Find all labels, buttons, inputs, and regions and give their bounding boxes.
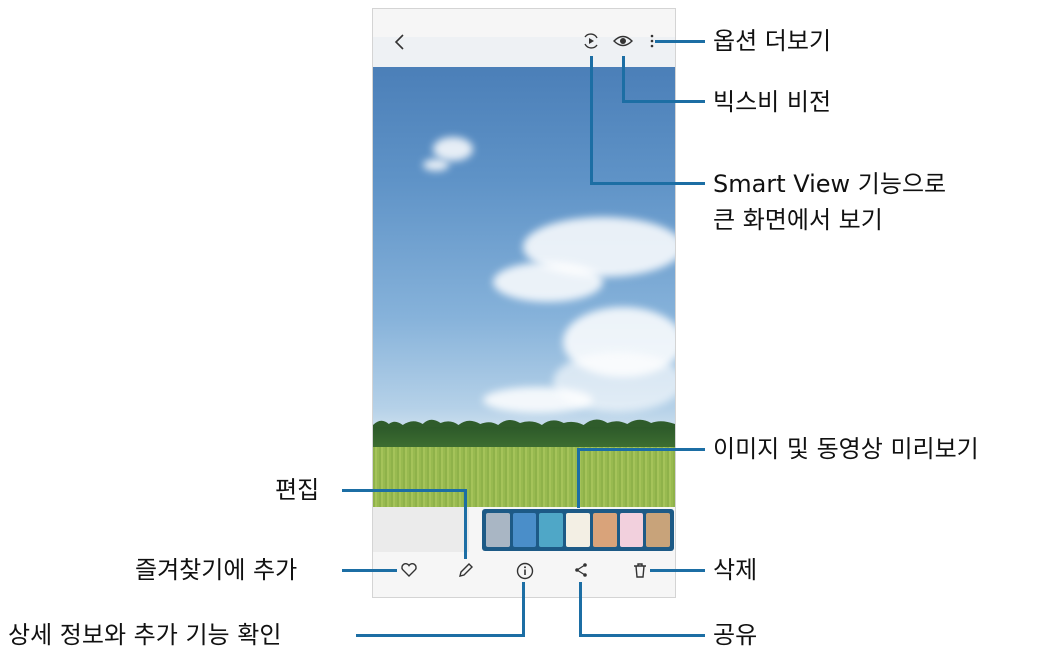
thumbnail[interactable] [566,513,590,547]
label-preview: 이미지 및 동영상 미리보기 [713,435,979,463]
label-more-options: 옵션 더보기 [713,27,832,55]
callout-line [577,448,580,508]
smart-view-icon[interactable] [581,31,601,51]
thumbnail[interactable] [646,513,671,547]
treeline [373,427,675,449]
cloud [423,159,449,171]
callout-line [622,56,625,102]
pencil-icon[interactable] [457,561,475,579]
callout-line [356,634,525,637]
heart-icon[interactable] [400,562,418,578]
label-share: 공유 [713,621,758,649]
callout-line [522,582,525,637]
callout-line [579,634,705,637]
back-icon[interactable] [393,33,407,51]
trash-icon[interactable] [631,561,649,579]
thumbnail[interactable] [512,513,537,547]
label-smart-view-line1: Smart View 기능으로 [713,170,947,198]
callout-line [577,448,705,451]
label-smart-view-line2: 큰 화면에서 보기 [713,206,883,234]
label-bixby-vision: 빅스비 비전 [713,88,832,116]
label-details: 상세 정보와 추가 기능 확인 [8,621,282,649]
callout-line [342,569,397,572]
cloud [433,137,473,161]
gallery-viewer-screen [372,8,676,598]
callout-line [655,40,705,43]
callout-line [650,569,705,572]
thumbnail[interactable] [619,513,644,547]
label-favorite: 즐겨찾기에 추가 [135,556,298,584]
callout-line [622,100,705,103]
cloud [493,262,603,302]
share-icon[interactable] [573,562,589,578]
label-edit: 편집 [275,476,320,504]
eye-icon[interactable] [613,32,633,50]
thumbnail[interactable] [592,513,617,547]
cloud [553,352,675,412]
thumbnail-strip[interactable] [482,509,674,551]
thumbnail[interactable] [486,513,510,547]
thumbnail[interactable] [539,513,564,547]
label-delete: 삭제 [713,556,758,584]
panel-block [373,507,469,552]
callout-line [590,182,705,185]
callout-line [590,56,593,185]
callout-line [342,489,467,492]
callout-line [464,489,467,559]
callout-line [579,582,582,637]
info-icon[interactable] [515,561,535,581]
photo-view[interactable] [373,67,675,522]
